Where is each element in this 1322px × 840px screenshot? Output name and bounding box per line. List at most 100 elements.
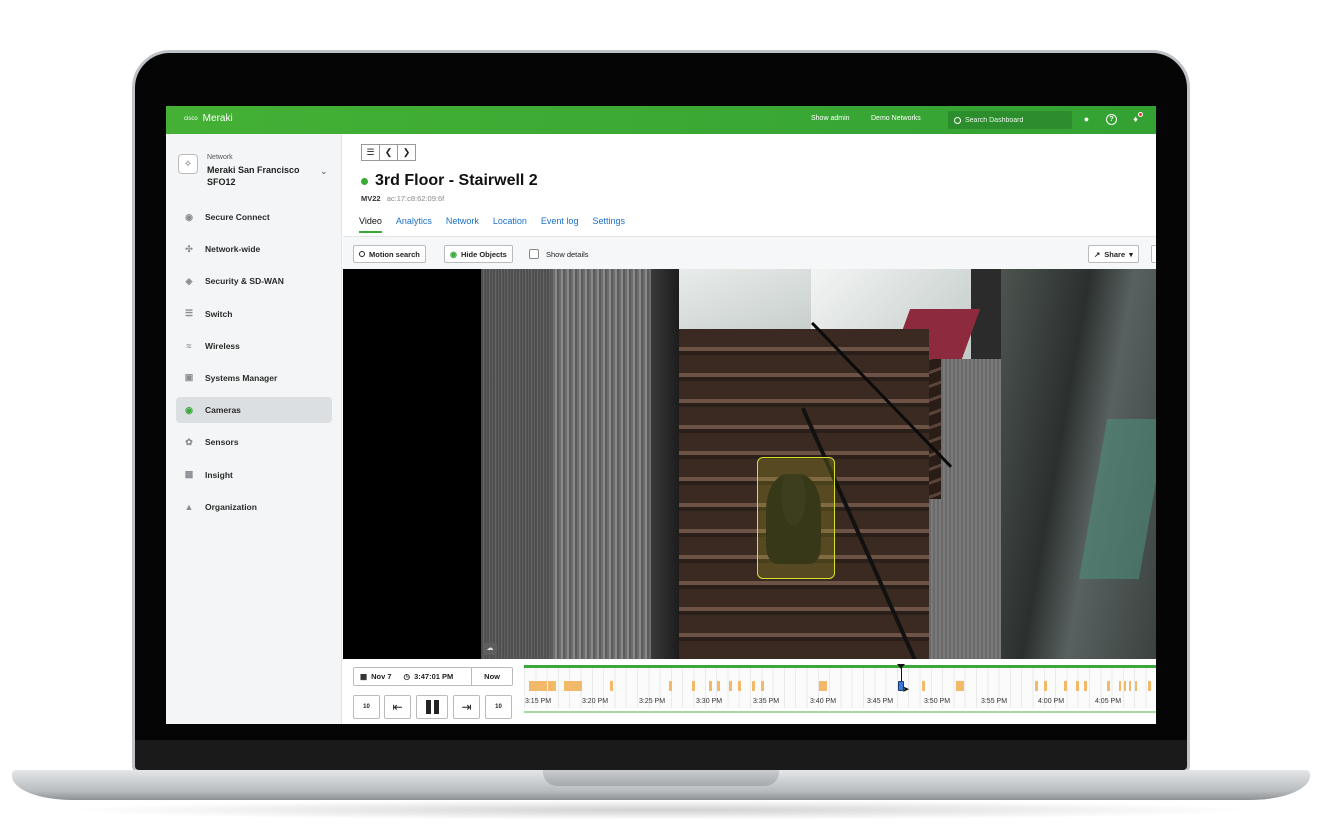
user-icon[interactable]: ● xyxy=(1081,114,1092,125)
motion-event[interactable] xyxy=(1129,681,1131,691)
playhead-handle[interactable] xyxy=(897,664,905,669)
chevron-down-icon[interactable]: ⌄ xyxy=(320,166,328,177)
switch-icon: ☰ xyxy=(184,308,194,319)
motion-event[interactable] xyxy=(1119,681,1121,691)
motion-search-label: Motion search xyxy=(369,249,420,259)
top-navbar: cisco Meraki Show admin Demo Networks ● … xyxy=(166,106,1156,134)
share-label: Share xyxy=(1104,249,1126,259)
motion-event[interactable] xyxy=(922,681,925,691)
motion-events-track[interactable] xyxy=(524,681,1156,693)
timeline-label: 3:50 PM xyxy=(923,698,951,705)
motion-event[interactable] xyxy=(1076,681,1079,691)
tab-analytics[interactable]: Analytics xyxy=(396,216,432,233)
motion-event[interactable] xyxy=(564,681,582,691)
sidebar-item-insight[interactable]: ▩ Insight xyxy=(176,462,332,488)
motion-event[interactable] xyxy=(1107,681,1110,691)
previous-event-button[interactable]: ⇤ xyxy=(384,695,411,719)
timeline-label: 3:55 PM xyxy=(980,698,1008,705)
wifi-icon: ≈ xyxy=(186,340,192,351)
tab-settings[interactable]: Settings xyxy=(592,216,625,233)
time-field[interactable]: ◷ 3:47:01 PM xyxy=(398,668,460,685)
sidebar-item-network-wide[interactable]: ✣ Network-wide xyxy=(176,236,332,262)
motion-event[interactable] xyxy=(692,681,695,691)
help-icon[interactable]: ? xyxy=(1106,114,1117,125)
object-bounding-box[interactable] xyxy=(757,457,835,579)
eye-icon: ◉ xyxy=(450,249,457,259)
motion-event[interactable] xyxy=(709,681,712,691)
tab-video[interactable]: Video xyxy=(359,216,382,233)
motion-event[interactable] xyxy=(1084,681,1087,691)
hide-objects-button[interactable]: ◉ Hide Objects xyxy=(444,245,513,263)
motion-event[interactable] xyxy=(529,681,547,691)
clock-icon: ◷ xyxy=(403,672,411,681)
tab-network[interactable]: Network xyxy=(446,216,479,233)
sidebar-item-label: Switch xyxy=(205,308,233,319)
motion-event[interactable] xyxy=(1035,681,1038,691)
network-selector[interactable]: ✧ Network Meraki San Francisco SFO12 ⌄ xyxy=(178,152,328,196)
motion-event[interactable] xyxy=(729,681,732,691)
camera-model: MV22 xyxy=(361,194,381,203)
motion-search-button[interactable]: Motion search xyxy=(353,245,426,263)
chevron-left-icon[interactable]: ❮ xyxy=(379,144,398,161)
sidebar-item-security-sd-wan[interactable]: ◈ Security & SD-WAN xyxy=(176,268,332,294)
sidebar-item-wireless[interactable]: ≈ Wireless xyxy=(176,333,332,359)
motion-event[interactable] xyxy=(1124,681,1126,691)
timeline-label: 4:05 PM xyxy=(1094,698,1122,705)
chevron-right-icon[interactable]: ❯ xyxy=(397,144,416,161)
sidebar-item-cameras[interactable]: ◉ Cameras xyxy=(176,397,332,424)
motion-event[interactable] xyxy=(669,681,672,691)
motion-event[interactable] xyxy=(1044,681,1047,691)
search-box[interactable] xyxy=(948,111,1072,129)
demo-networks-link[interactable]: Demo Networks xyxy=(871,115,921,122)
motion-event[interactable] xyxy=(752,681,755,691)
rewind-10-button[interactable]: 10 xyxy=(353,695,380,719)
now-button[interactable]: Now xyxy=(471,668,512,685)
list-icon[interactable]: ☰ xyxy=(361,144,380,161)
skip-back-icon: ⇤ xyxy=(392,700,403,714)
motion-event[interactable] xyxy=(761,681,764,691)
show-admin-link[interactable]: Show admin xyxy=(811,115,850,122)
sidebar-item-sensors[interactable]: ✿ Sensors xyxy=(176,429,332,455)
brand-logo[interactable]: cisco Meraki xyxy=(184,113,233,124)
tab-location[interactable]: Location xyxy=(493,216,527,233)
chevron-down-icon: ▾ xyxy=(1129,249,1133,259)
motion-event[interactable] xyxy=(1135,681,1137,691)
search-input[interactable] xyxy=(965,116,1065,124)
sidebar-item-switch[interactable]: ☰ Switch xyxy=(176,301,332,327)
forward-10-button[interactable]: 10 xyxy=(485,695,512,719)
next-event-button[interactable]: ⇥ xyxy=(453,695,480,719)
search-icon xyxy=(359,251,365,257)
sidebar-item-label: Security & SD-WAN xyxy=(205,276,284,287)
camera-header: 3rd Floor - Stairwell 2 xyxy=(361,172,538,190)
motion-event[interactable] xyxy=(548,681,556,691)
show-details-checkbox[interactable] xyxy=(529,249,539,259)
timeline-labels: 3:15 PM 3:20 PM 3:25 PM 3:30 PM 3:35 PM 3:40 … xyxy=(524,698,1156,710)
pause-button[interactable] xyxy=(416,695,448,719)
sidebar-nav: ◉ Secure Connect ✣ Network-wide ◈ Securi… xyxy=(176,204,332,526)
video-player[interactable]: ☁ xyxy=(343,269,1156,659)
timeline-label: 4:00 PM xyxy=(1037,698,1065,705)
motion-event[interactable] xyxy=(1064,681,1067,691)
organization-icon: ▲ xyxy=(184,501,194,512)
search-icon xyxy=(954,116,961,124)
sidebar-item-organization[interactable]: ▲ Organization xyxy=(176,494,332,520)
video-timeline[interactable]: 3:15 PM 3:20 PM 3:25 PM 3:30 PM 3:35 PM 3:40 … xyxy=(524,664,1156,717)
bell-icon[interactable]: ♦ xyxy=(1130,112,1143,125)
sidebar-item-secure-connect[interactable]: ◉ Secure Connect xyxy=(176,204,332,230)
sidebar: ✧ Network Meraki San Francisco SFO12 ⌄ ◉… xyxy=(166,134,342,724)
motion-event[interactable] xyxy=(738,681,741,691)
main-content: ☰ ❮ ❯ 3rd Floor - Stairwell 2 MV22 ac:17… xyxy=(343,134,1156,724)
sidebar-item-label: Insight xyxy=(205,469,233,480)
date-field[interactable]: ▦ Nov 7 xyxy=(354,668,398,685)
motion-event[interactable] xyxy=(1148,681,1151,691)
date-time-picker[interactable]: ▦ Nov 7 ◷ 3:47:01 PM Now xyxy=(353,667,513,686)
tab-event-log[interactable]: Event log xyxy=(541,216,579,233)
motion-event[interactable] xyxy=(819,681,827,691)
shield-icon: ◈ xyxy=(185,275,193,286)
motion-event[interactable] xyxy=(717,681,720,691)
motion-event[interactable] xyxy=(610,681,613,691)
sidebar-item-systems-manager[interactable]: ▣ Systems Manager xyxy=(176,365,332,391)
share-button[interactable]: ↗ Share ▾ xyxy=(1088,245,1139,263)
more-button[interactable] xyxy=(1151,245,1156,263)
motion-event[interactable] xyxy=(956,681,964,691)
